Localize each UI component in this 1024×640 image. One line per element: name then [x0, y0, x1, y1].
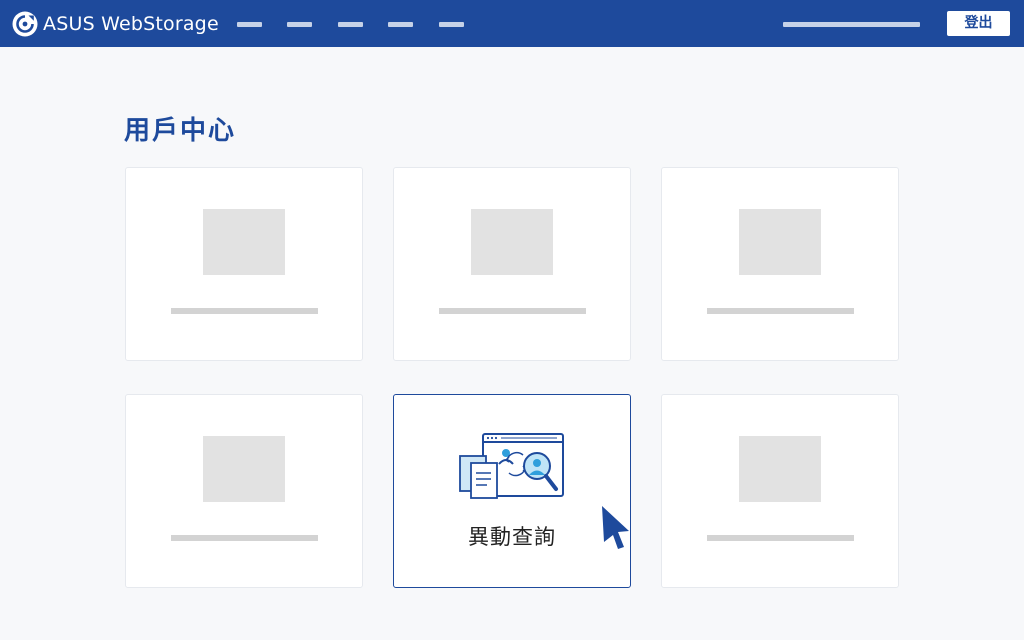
card-4[interactable] — [125, 394, 363, 588]
nav-item-5[interactable] — [439, 22, 464, 27]
nav-item-4[interactable] — [388, 22, 413, 27]
card-activity-query[interactable]: 異動查詢 — [393, 394, 631, 588]
card-label-placeholder — [171, 535, 318, 541]
card-3[interactable] — [661, 167, 899, 361]
mouse-pointer-icon — [602, 506, 629, 549]
card-label-placeholder — [707, 308, 854, 314]
card-image-placeholder — [203, 436, 285, 502]
card-2[interactable] — [393, 167, 631, 361]
nav-item-2[interactable] — [287, 22, 312, 27]
card-label-placeholder — [707, 535, 854, 541]
card-1[interactable] — [125, 167, 363, 361]
page-title: 用戶中心 — [124, 116, 237, 146]
nav-item-3[interactable] — [338, 22, 363, 27]
top-navigation-bar: ASUS WebStorage 登出 — [0, 0, 1024, 47]
webstorage-logo-icon — [12, 11, 38, 37]
card-6[interactable] — [661, 394, 899, 588]
user-account-name — [783, 22, 920, 27]
card-image-placeholder — [203, 209, 285, 275]
card-label: 異動查詢 — [468, 525, 556, 549]
card-image-placeholder — [739, 209, 821, 275]
logout-button[interactable]: 登出 — [947, 11, 1010, 36]
card-image-placeholder — [739, 436, 821, 502]
card-label-placeholder — [439, 308, 586, 314]
card-image-placeholder — [471, 209, 553, 275]
brand-logo-link[interactable]: ASUS WebStorage — [12, 11, 219, 37]
card-label-placeholder — [171, 308, 318, 314]
nav-item-1[interactable] — [237, 22, 262, 27]
brand-name: ASUS WebStorage — [43, 13, 219, 35]
activity-search-icon — [459, 433, 564, 499]
